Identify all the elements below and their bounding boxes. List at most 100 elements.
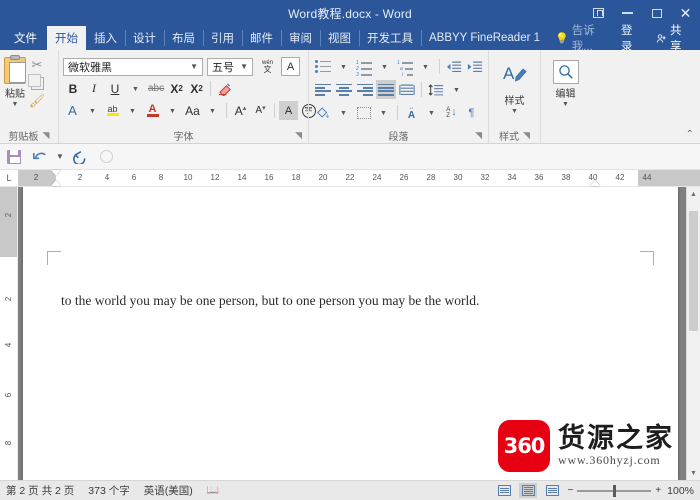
numbering-caret[interactable]: ▼ bbox=[375, 57, 394, 76]
document-page[interactable]: to the world you may be one person, but … bbox=[23, 187, 678, 480]
shading-button[interactable] bbox=[313, 103, 333, 122]
print-layout-button[interactable] bbox=[519, 483, 538, 498]
undo-caret[interactable]: ▼ bbox=[56, 147, 64, 167]
zoom-slider[interactable]: − + bbox=[567, 484, 661, 497]
change-case-caret[interactable]: ▼ bbox=[203, 101, 222, 120]
word-count[interactable]: 373 个字 bbox=[88, 483, 129, 498]
highlight-button[interactable]: ab bbox=[103, 101, 122, 120]
zoom-level[interactable]: 100% bbox=[667, 485, 694, 497]
maximize-button[interactable] bbox=[642, 0, 671, 26]
zoom-track[interactable] bbox=[577, 484, 652, 497]
numbering-button[interactable]: 1 2 3 bbox=[354, 57, 374, 78]
scroll-up-arrow[interactable]: ▲ bbox=[687, 187, 700, 201]
tab-developer[interactable]: 开发工具 bbox=[359, 26, 421, 50]
copy-button[interactable] bbox=[27, 73, 46, 91]
scroll-down-arrow[interactable]: ▼ bbox=[687, 466, 700, 480]
italic-button[interactable]: I bbox=[84, 79, 104, 98]
undo-button[interactable] bbox=[30, 147, 50, 167]
multilevel-list-button[interactable]: 1 a i bbox=[395, 57, 415, 78]
shading-caret[interactable]: ▼ bbox=[334, 103, 353, 122]
character-border-button[interactable]: A bbox=[281, 57, 300, 76]
styles-dialog-launcher[interactable]: ◥ bbox=[523, 130, 530, 141]
bullets-caret[interactable]: ▼ bbox=[334, 57, 353, 76]
text-effects-button[interactable]: A bbox=[63, 101, 82, 120]
font-name-combo[interactable]: 微软雅黑 ▼ bbox=[63, 57, 203, 76]
line-spacing-button[interactable] bbox=[426, 80, 446, 99]
proofing-status-icon[interactable]: 📖 bbox=[207, 485, 219, 496]
tab-abbyy-finereader[interactable]: ABBYY FineReader 1 bbox=[421, 26, 548, 50]
tab-view[interactable]: 视图 bbox=[320, 26, 359, 50]
change-case-button[interactable]: Aa bbox=[183, 101, 202, 120]
font-dialog-launcher[interactable]: ◥ bbox=[295, 130, 302, 141]
strikethrough-button[interactable]: abc bbox=[146, 79, 166, 98]
editing-caret[interactable]: ▼ bbox=[562, 101, 569, 108]
share-button[interactable]: 共享 bbox=[648, 25, 697, 53]
format-painter-button[interactable]: 🖌 bbox=[28, 93, 46, 109]
character-shading-button[interactable]: A bbox=[279, 101, 298, 120]
editing-button[interactable]: 编辑 ▼ bbox=[546, 58, 586, 108]
tab-review[interactable]: 审阅 bbox=[281, 26, 320, 50]
underline-button[interactable]: U bbox=[105, 79, 125, 98]
tab-home[interactable]: 开始 bbox=[47, 26, 86, 50]
subscript-button[interactable]: X2 bbox=[167, 79, 186, 98]
ruler-track[interactable]: 2 2 4 6 8 10 12 14 16 18 20 22 24 26 28 … bbox=[18, 170, 700, 186]
superscript-button[interactable]: X2 bbox=[187, 79, 206, 98]
save-button[interactable] bbox=[4, 147, 24, 167]
underline-dropdown-caret[interactable]: ▼ bbox=[126, 79, 145, 98]
hanging-indent-marker[interactable] bbox=[51, 180, 61, 186]
tab-file[interactable]: 文件 bbox=[4, 26, 47, 50]
font-size-combo[interactable]: 五号 ▼ bbox=[207, 57, 253, 76]
cut-button[interactable]: ✂ bbox=[28, 57, 46, 73]
vertical-ruler[interactable]: 2 2 4 6 8 bbox=[0, 187, 18, 480]
paste-button[interactable]: 粘贴 ▼ bbox=[2, 55, 28, 108]
web-layout-button[interactable] bbox=[543, 483, 561, 498]
paragraph-dialog-launcher[interactable]: ◥ bbox=[475, 130, 482, 141]
read-mode-button[interactable] bbox=[495, 483, 513, 498]
tab-insert[interactable]: 插入 bbox=[86, 26, 125, 50]
right-indent-marker[interactable] bbox=[590, 180, 600, 186]
tab-design[interactable]: 设计 bbox=[125, 26, 164, 50]
paste-dropdown-caret[interactable]: ▼ bbox=[12, 101, 19, 108]
clipboard-dialog-launcher[interactable]: ◥ bbox=[43, 130, 50, 141]
minimize-button[interactable] bbox=[613, 0, 642, 26]
borders-button[interactable] bbox=[354, 103, 373, 122]
grow-font-button[interactable]: A ▴ bbox=[231, 101, 250, 120]
asian-layout-button[interactable]: ↔ A bbox=[402, 103, 421, 122]
decrease-indent-button[interactable] bbox=[444, 57, 464, 76]
phonetic-guide-button[interactable]: wén 文 bbox=[258, 57, 277, 76]
bullets-button[interactable] bbox=[313, 57, 333, 76]
styles-caret[interactable]: ▼ bbox=[511, 108, 518, 115]
align-left-button[interactable] bbox=[313, 80, 333, 99]
bold-button[interactable]: B bbox=[63, 79, 83, 98]
font-color-caret[interactable]: ▼ bbox=[163, 101, 182, 120]
vertical-scrollbar[interactable]: ▲ ▼ bbox=[686, 187, 700, 480]
increase-indent-button[interactable] bbox=[465, 57, 485, 76]
align-right-button[interactable] bbox=[355, 80, 375, 99]
zoom-in-button[interactable]: + bbox=[655, 485, 661, 496]
asian-layout-caret[interactable]: ▼ bbox=[422, 103, 441, 122]
scrollbar-thumb[interactable] bbox=[689, 211, 698, 331]
tell-me-box[interactable]: 💡 告诉我... bbox=[548, 25, 613, 53]
highlight-caret[interactable]: ▼ bbox=[123, 101, 142, 120]
justify-button[interactable] bbox=[376, 80, 396, 99]
shrink-font-button[interactable]: A ▾ bbox=[251, 101, 270, 120]
document-body-text[interactable]: to the world you may be one person, but … bbox=[61, 292, 658, 311]
ribbon-display-options-button[interactable] bbox=[584, 0, 613, 26]
styles-button[interactable]: A 样式 ▼ bbox=[495, 60, 535, 115]
align-center-button[interactable] bbox=[334, 80, 354, 99]
find-icon-box[interactable] bbox=[552, 60, 579, 84]
show-formatting-marks-button[interactable]: ¶ bbox=[462, 103, 481, 122]
tab-layout[interactable]: 布局 bbox=[164, 26, 203, 50]
collapse-ribbon-button[interactable]: ⌃ bbox=[686, 129, 694, 140]
font-color-button[interactable]: A bbox=[143, 101, 162, 120]
multilevel-caret[interactable]: ▼ bbox=[416, 57, 435, 76]
close-button[interactable]: ✕ bbox=[671, 0, 700, 26]
text-effects-caret[interactable]: ▼ bbox=[83, 101, 102, 120]
line-spacing-caret[interactable]: ▼ bbox=[447, 80, 466, 99]
tab-mailings[interactable]: 邮件 bbox=[242, 26, 281, 50]
redo-button[interactable] bbox=[70, 147, 90, 167]
zoom-thumb[interactable] bbox=[613, 484, 617, 497]
sign-in-button[interactable]: 登录 bbox=[613, 25, 648, 53]
zoom-out-button[interactable]: − bbox=[567, 485, 573, 496]
first-line-indent-marker[interactable] bbox=[51, 170, 61, 176]
